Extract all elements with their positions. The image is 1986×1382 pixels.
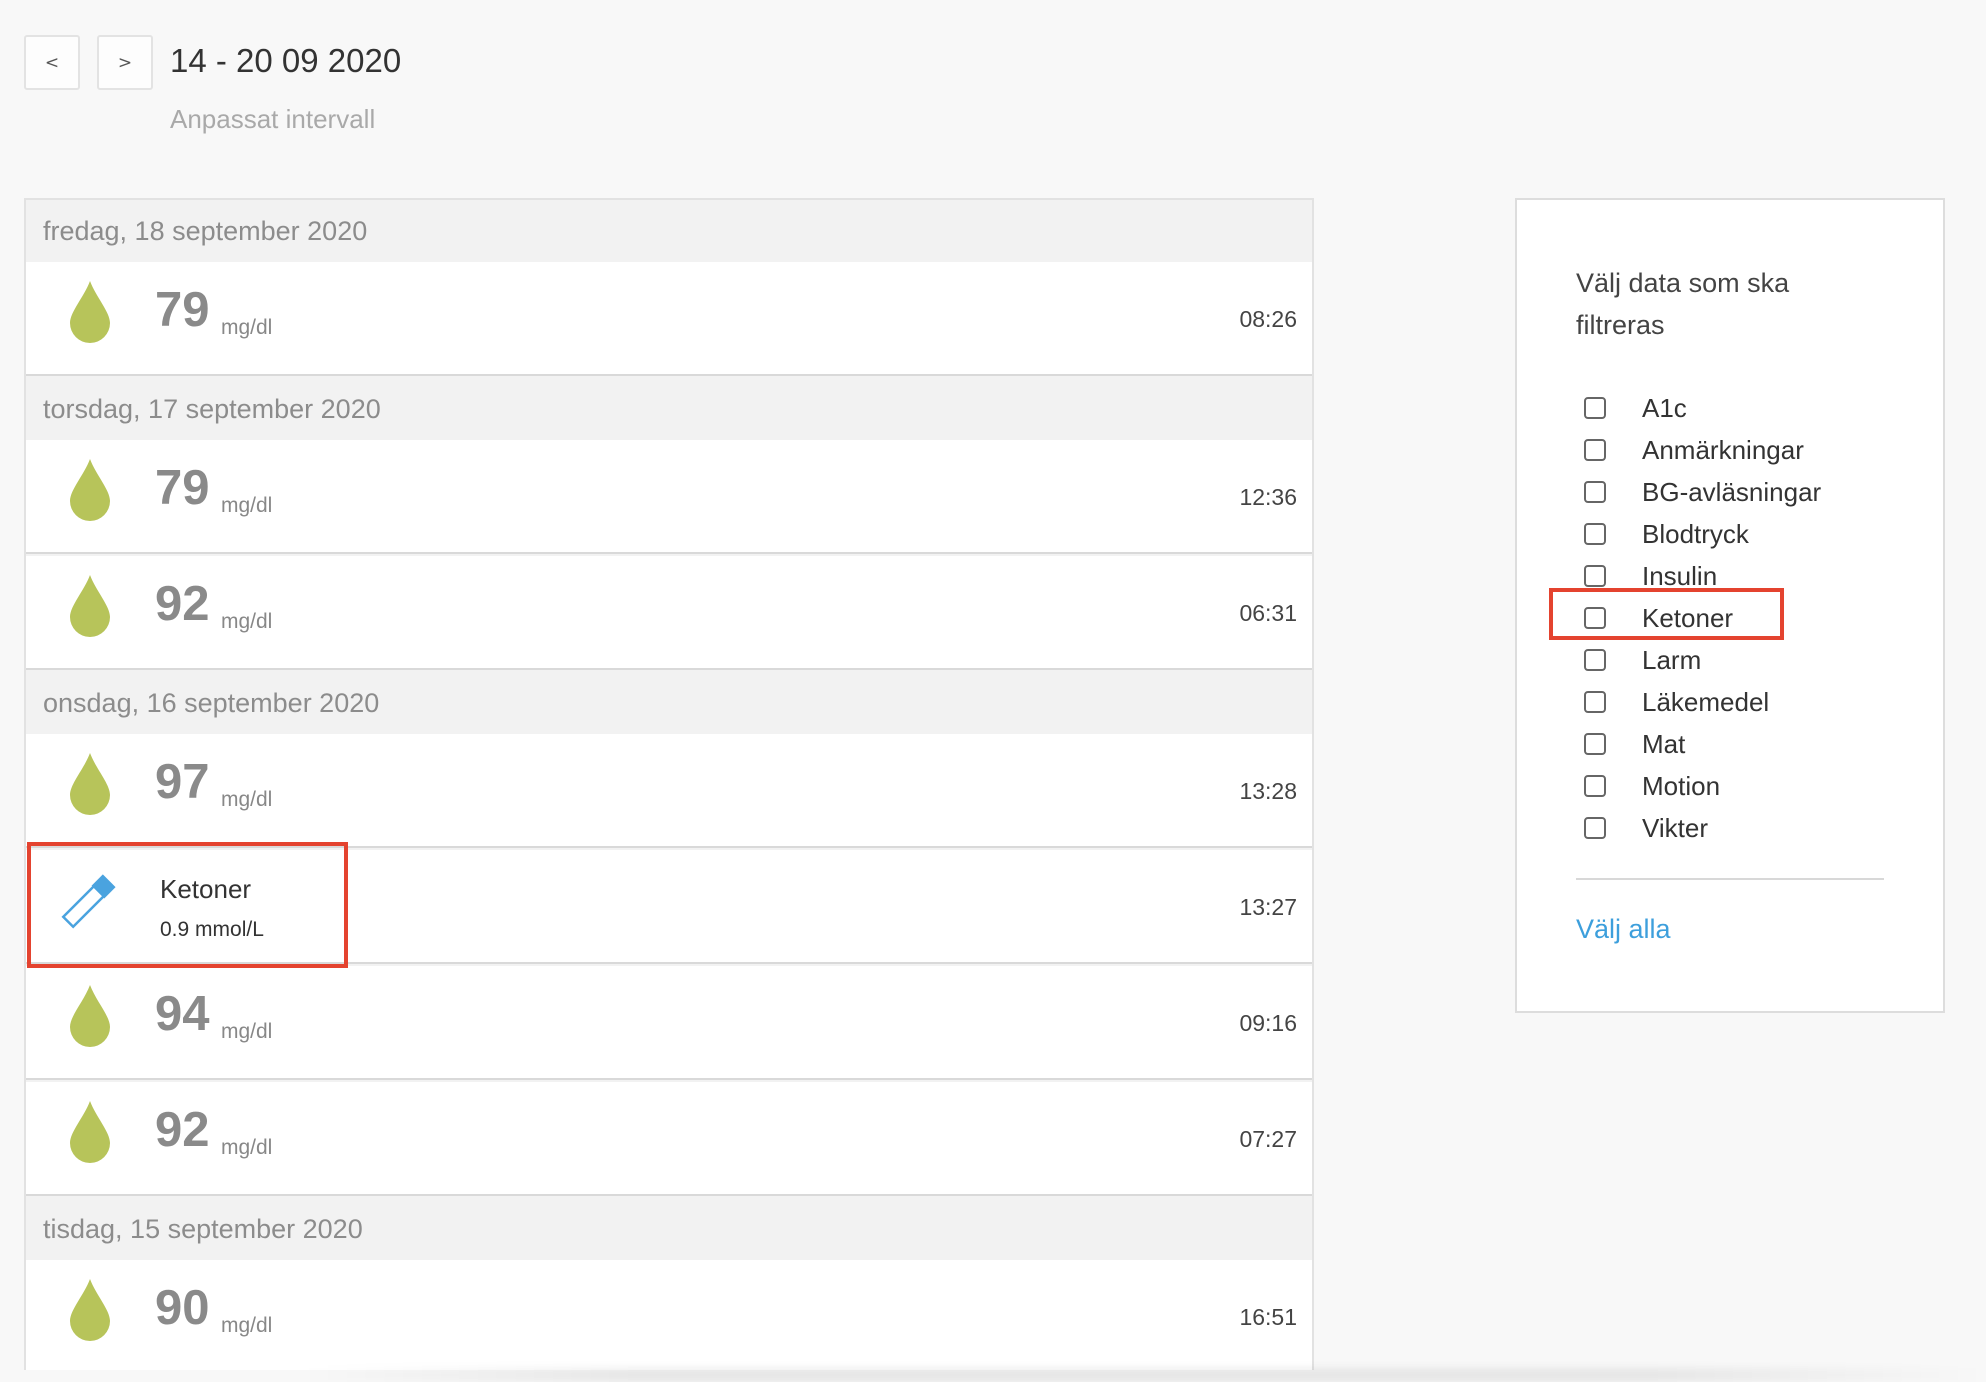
- filter-option-medication[interactable]: Läkemedel: [1584, 685, 1769, 719]
- filter-option-notes[interactable]: Anmärkningar: [1584, 433, 1804, 467]
- blood-drop-icon: [70, 1101, 110, 1163]
- blood-drop-icon: [70, 753, 110, 815]
- glucose-unit: mg/dl: [221, 1020, 273, 1043]
- filter-option-ketones[interactable]: Ketoner: [1584, 601, 1733, 635]
- filter-option-exercise[interactable]: Motion: [1584, 769, 1720, 803]
- checkbox[interactable]: [1584, 817, 1606, 839]
- entry-time: 07:27: [1239, 1126, 1297, 1152]
- glucose-reading-row[interactable]: 92 mg/dl 07:27: [26, 1082, 1312, 1196]
- glucose-unit: mg/dl: [221, 494, 273, 517]
- filter-option-label: Motion: [1642, 770, 1721, 801]
- checkbox[interactable]: [1584, 397, 1606, 419]
- custom-range-link[interactable]: Anpassat intervall: [170, 104, 375, 135]
- glucose-value: 94: [155, 987, 210, 1041]
- blood-drop-icon: [70, 575, 110, 637]
- glucose-reading-row[interactable]: 94 mg/dl 09:16: [26, 966, 1312, 1080]
- filter-option-label: A1c: [1642, 392, 1687, 423]
- blood-drop-icon: [70, 281, 110, 343]
- entry-time: 13:27: [1239, 894, 1297, 920]
- ketone-reading-row[interactable]: Ketoner 0.9 mmol/L 13:27: [26, 850, 1312, 964]
- filter-option-a1c[interactable]: A1c: [1584, 391, 1687, 425]
- filter-option-label: Läkemedel: [1642, 686, 1770, 717]
- glucose-value: 92: [155, 1103, 210, 1157]
- checkbox[interactable]: [1584, 607, 1606, 629]
- glucose-unit: mg/dl: [221, 1314, 273, 1337]
- glucose-unit: mg/dl: [221, 788, 273, 811]
- glucose-reading-row[interactable]: 79 mg/dl 08:26: [26, 262, 1312, 376]
- filter-option-alarms[interactable]: Larm: [1584, 643, 1701, 677]
- glucose-value: 97: [155, 755, 210, 809]
- filter-panel: Välj data som ska filtreras A1c Anmärkni…: [1515, 198, 1945, 1013]
- previous-week-button[interactable]: <: [24, 35, 80, 90]
- day-header: onsdag, 16 september 2020: [43, 688, 380, 718]
- blood-drop-icon: [70, 459, 110, 521]
- filter-option-label: Anmärkningar: [1642, 434, 1804, 465]
- glucose-reading-row[interactable]: 90 mg/dl 16:51: [26, 1260, 1312, 1370]
- glucose-reading-row[interactable]: 79 mg/dl 12:36: [26, 440, 1312, 554]
- entry-time: 16:51: [1239, 1304, 1297, 1330]
- blood-drop-icon: [70, 985, 110, 1047]
- filter-option-blood-pressure[interactable]: Blodtryck: [1584, 517, 1749, 551]
- filter-option-food[interactable]: Mat: [1584, 727, 1685, 761]
- filter-option-label: Blodtryck: [1642, 518, 1749, 549]
- checkbox[interactable]: [1584, 775, 1606, 797]
- filter-option-label: Larm: [1642, 644, 1702, 675]
- glucose-unit: mg/dl: [221, 316, 273, 339]
- entry-time: 13:28: [1239, 778, 1297, 804]
- next-week-button[interactable]: >: [97, 35, 153, 90]
- checkbox[interactable]: [1584, 649, 1606, 671]
- filter-option-bg-readings[interactable]: BG-avläsningar: [1584, 475, 1821, 509]
- logbook-list: fredag, 18 september 2020 79 mg/dl 08:26…: [24, 198, 1314, 1370]
- select-all-link[interactable]: Välj alla: [1576, 914, 1671, 945]
- glucose-value: 90: [155, 1281, 210, 1335]
- glucose-reading-row[interactable]: 92 mg/dl 06:31: [26, 556, 1312, 670]
- day-header: tisdag, 15 september 2020: [43, 1214, 363, 1244]
- filter-option-label: Ketoner: [1642, 602, 1734, 633]
- checkbox[interactable]: [1584, 481, 1606, 503]
- glucose-value: 79: [155, 283, 210, 337]
- checkbox[interactable]: [1584, 565, 1606, 587]
- entry-time: 09:16: [1239, 1010, 1297, 1036]
- day-header: torsdag, 17 september 2020: [43, 394, 381, 424]
- filter-option-label: Mat: [1642, 728, 1686, 759]
- glucose-reading-row[interactable]: 97 mg/dl 13:28: [26, 734, 1312, 848]
- ketone-label: Ketoner: [160, 874, 252, 904]
- filter-option-label: BG-avläsningar: [1642, 476, 1822, 507]
- entry-time: 08:26: [1239, 306, 1297, 332]
- checkbox[interactable]: [1584, 733, 1606, 755]
- filter-option-insulin[interactable]: Insulin: [1584, 559, 1717, 593]
- ketone-strip-icon: [61, 874, 116, 929]
- glucose-unit: mg/dl: [221, 1136, 273, 1159]
- glucose-unit: mg/dl: [221, 610, 273, 633]
- date-range-title: 14 - 20 09 2020: [170, 42, 402, 79]
- entry-time: 06:31: [1239, 600, 1297, 626]
- ketone-value: 0.9 mmol/L: [160, 918, 264, 941]
- checkbox[interactable]: [1584, 691, 1606, 713]
- blood-drop-icon: [70, 1279, 110, 1341]
- divider: [1576, 878, 1884, 880]
- checkbox[interactable]: [1584, 523, 1606, 545]
- entry-time: 12:36: [1239, 484, 1297, 510]
- glucose-value: 79: [155, 461, 210, 515]
- filter-option-label: Vikter: [1642, 812, 1708, 843]
- checkbox[interactable]: [1584, 439, 1606, 461]
- filter-option-label: Insulin: [1642, 560, 1718, 591]
- bottom-shadow: [300, 1368, 1986, 1382]
- filter-title: Välj data som ska filtreras: [1576, 268, 1790, 340]
- filter-option-weights[interactable]: Vikter: [1584, 811, 1708, 845]
- day-header: fredag, 18 september 2020: [43, 216, 368, 246]
- glucose-value: 92: [155, 577, 210, 631]
